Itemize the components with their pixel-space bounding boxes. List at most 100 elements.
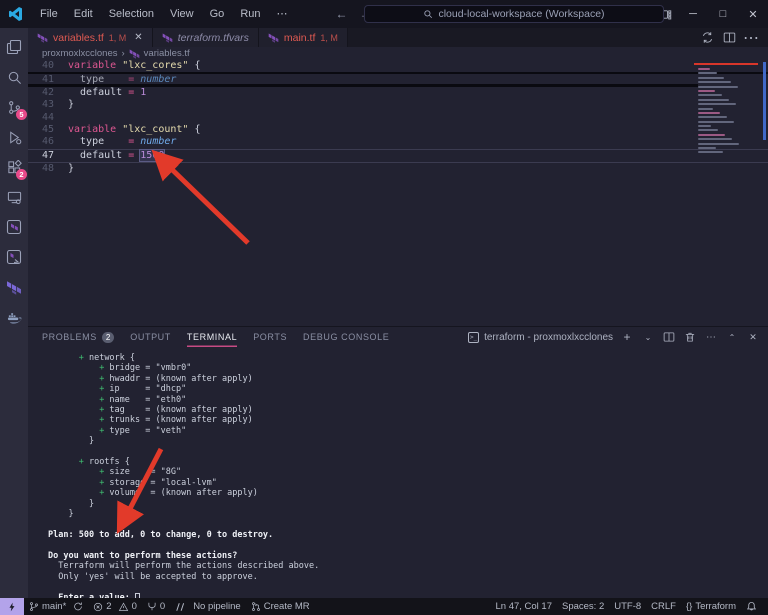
- minimap[interactable]: [694, 63, 758, 156]
- tab-main.tf[interactable]: main.tf 1, M: [259, 28, 348, 47]
- terraform-box-icon: [6, 219, 22, 235]
- overview-ruler[interactable]: [763, 62, 766, 140]
- code-line[interactable]: 42 default = 1: [28, 87, 768, 99]
- menu-view[interactable]: View: [162, 0, 202, 28]
- git-branch-icon: [29, 601, 39, 612]
- maximize-panel-icon[interactable]: ⌃: [725, 329, 739, 345]
- pipeline-indicator[interactable]: No pipeline: [170, 598, 246, 615]
- line-number: 41: [28, 74, 68, 86]
- minimize-button[interactable]: ─: [678, 0, 708, 28]
- error-count: 2: [106, 601, 111, 612]
- code-line[interactable]: 48 }: [28, 163, 768, 175]
- terminal-dropdown-icon[interactable]: ⌄: [641, 329, 655, 345]
- activity-extensions[interactable]: 2: [0, 152, 28, 182]
- create-mr-button[interactable]: Create MR: [246, 598, 315, 615]
- terraform-icon: [162, 32, 173, 43]
- menu-go[interactable]: Go: [202, 0, 233, 28]
- breadcrumb-file[interactable]: variables.tf: [144, 48, 190, 59]
- command-center[interactable]: cloud-local-workspace (Workspace): [364, 5, 664, 23]
- terminal-line: + network {: [48, 353, 768, 363]
- explorer-icon: [6, 39, 22, 55]
- sync-icon: [73, 601, 83, 612]
- panel-tab-problems[interactable]: PROBLEMS 2: [42, 327, 114, 347]
- ci-icon: [175, 602, 186, 612]
- terminal-line: Terraform will perform the actions descr…: [48, 561, 768, 571]
- terraform-icon: [6, 279, 22, 295]
- tab-variables.tf[interactable]: variables.tf 1, M ✕: [28, 28, 153, 47]
- activity-terraform-box[interactable]: [0, 212, 28, 242]
- code-line[interactable]: 41 type = number: [28, 74, 768, 86]
- menu-file[interactable]: File: [32, 0, 66, 28]
- merge-request-count[interactable]: 0: [142, 598, 170, 615]
- code-line[interactable]: 47 default = 1500: [28, 149, 768, 163]
- code-line[interactable]: 46 type = number: [28, 136, 768, 148]
- line-number: 45: [28, 124, 68, 136]
- activity-remote-explorer[interactable]: [0, 182, 28, 212]
- notifications-bell-icon[interactable]: [741, 598, 762, 615]
- activity-terraform-box-alt[interactable]: [0, 242, 28, 272]
- split-editor-icon[interactable]: [720, 29, 738, 47]
- menu-run[interactable]: Run: [232, 0, 268, 28]
- panel-tab-output[interactable]: OUTPUT: [130, 327, 171, 347]
- menu-selection[interactable]: Selection: [101, 0, 162, 28]
- problems-indicator[interactable]: 2 0: [88, 598, 142, 615]
- kill-terminal-icon[interactable]: [683, 329, 697, 345]
- activity-explorer[interactable]: [0, 32, 28, 62]
- panel-tab-ports[interactable]: PORTS: [253, 327, 287, 347]
- line-number: 42: [28, 87, 68, 99]
- activity-terraform[interactable]: [0, 272, 28, 302]
- indentation[interactable]: Spaces: 2: [557, 598, 609, 615]
- terminal-line: [48, 540, 768, 550]
- activity-docker[interactable]: [0, 302, 28, 332]
- terminal-line: Plan: 500 to add, 0 to change, 0 to dest…: [48, 530, 768, 540]
- terminal-line: + volume = (known after apply): [48, 488, 768, 498]
- terminal-cursor: [135, 593, 140, 598]
- pipeline-status: No pipeline: [193, 601, 241, 612]
- language-mode[interactable]: {} Terraform: [681, 598, 741, 615]
- terminal-output[interactable]: + network { + bridge = "vmbr0" + hwaddr …: [28, 347, 768, 598]
- eol-sequence[interactable]: CRLF: [646, 598, 681, 615]
- panel-more-actions-icon[interactable]: ⋯: [704, 329, 718, 345]
- encoding[interactable]: UTF-8: [609, 598, 646, 615]
- terminal-line: [48, 520, 768, 530]
- terminal-line: + tag = (known after apply): [48, 405, 768, 415]
- code-line[interactable]: 43 }: [28, 99, 768, 111]
- split-terminal-icon[interactable]: [662, 329, 676, 345]
- close-panel-icon[interactable]: ✕: [746, 329, 760, 345]
- activity-run-debug[interactable]: [0, 122, 28, 152]
- merge-requests-icon: [147, 601, 157, 612]
- terminal-instance-label: terraform - proxmoxlxcclones: [484, 332, 613, 343]
- code-line[interactable]: 44: [28, 112, 768, 124]
- warning-count: 0: [132, 601, 137, 612]
- compare-changes-icon[interactable]: [698, 29, 716, 47]
- git-branch-indicator[interactable]: main*: [24, 598, 88, 615]
- new-terminal-icon[interactable]: +: [620, 329, 634, 345]
- remote-indicator[interactable]: [0, 598, 24, 615]
- nav-back-icon[interactable]: ←: [336, 7, 348, 21]
- editor-more-actions-icon[interactable]: ⋯: [742, 29, 760, 47]
- menu-⋯[interactable]: ⋯: [269, 0, 296, 28]
- close-button[interactable]: ✕: [738, 0, 768, 28]
- docker-icon: [6, 310, 23, 325]
- panel-tab-debug-console[interactable]: DEBUG CONSOLE: [303, 327, 389, 347]
- terminal-line: + name = "eth0": [48, 395, 768, 405]
- lightning-icon: [7, 601, 17, 613]
- line-number: 44: [28, 112, 68, 124]
- code-line[interactable]: 40 variable "lxc_cores" {: [28, 60, 768, 74]
- terminal-line: Only 'yes' will be accepted to approve.: [48, 572, 768, 582]
- code-editor[interactable]: 40 variable "lxc_cores" { 41 type = numb…: [28, 60, 768, 326]
- breadcrumb-separator: ›: [122, 48, 125, 59]
- cursor-position[interactable]: Ln 47, Col 17: [490, 598, 557, 615]
- code-line[interactable]: 45 variable "lxc_count" {: [28, 124, 768, 136]
- maximize-button[interactable]: □: [708, 0, 738, 28]
- breadcrumb-folder[interactable]: proxmoxlxcclones: [42, 48, 118, 59]
- bottom-panel: PROBLEMS 2 OUTPUT TERMINAL PORTS DEBUG C…: [28, 326, 768, 598]
- tab-terraform.tfvars[interactable]: terraform.tfvars: [153, 28, 259, 47]
- close-tab-icon[interactable]: ✕: [134, 32, 142, 43]
- activity-search[interactable]: [0, 62, 28, 92]
- activity-source-control[interactable]: 5: [0, 92, 28, 122]
- menu-edit[interactable]: Edit: [66, 0, 101, 28]
- run-debug-icon: [7, 130, 22, 145]
- terminal-instance[interactable]: >_ terraform - proxmoxlxcclones: [468, 332, 613, 343]
- panel-tab-terminal[interactable]: TERMINAL: [187, 327, 237, 347]
